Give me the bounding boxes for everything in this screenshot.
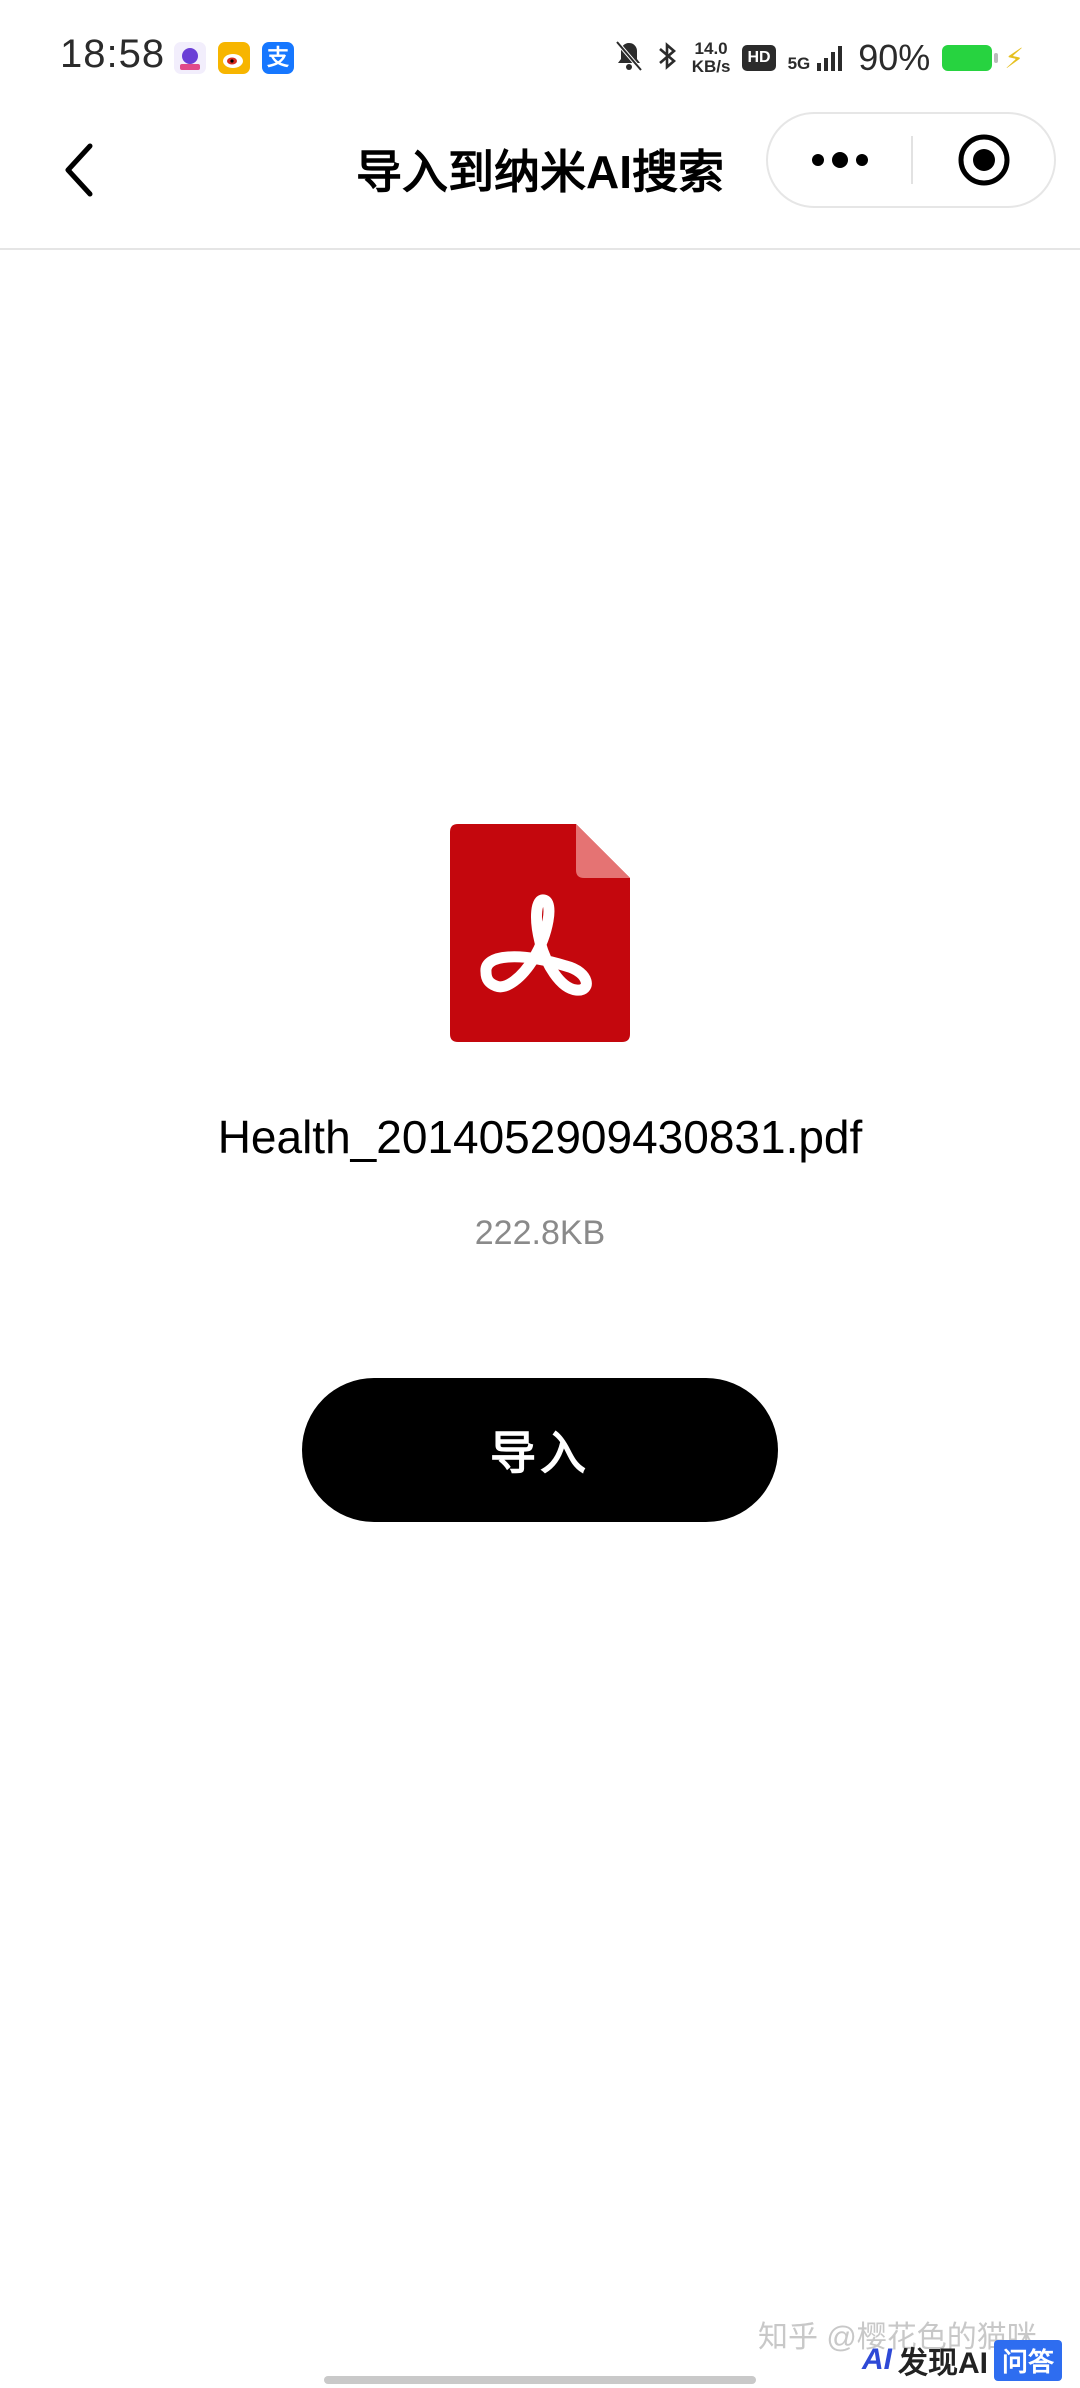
mute-icon: [614, 39, 644, 78]
badge-qa: 问答: [994, 2339, 1063, 2381]
pdf-icon: [450, 824, 630, 1042]
status-time: 18:58: [60, 32, 166, 76]
file-size: 222.8KB: [474, 1214, 606, 1252]
close-miniapp-button[interactable]: [914, 114, 1054, 206]
weibo-icon: [218, 42, 250, 74]
page-title: 导入到纳米AI搜索: [356, 146, 724, 198]
battery-icon: [942, 45, 999, 71]
signal-icon: 5G: [788, 43, 847, 73]
charging-icon: ⚡: [1004, 42, 1024, 74]
file-name: Health_2014052909430831.pdf: [217, 1111, 863, 1163]
miniapp-capsule: [766, 112, 1056, 208]
network-speed-value: 14.0: [694, 39, 728, 58]
more-icon: [812, 152, 868, 168]
home-indicator[interactable]: [324, 2376, 756, 2384]
battery-percent: 90%: [858, 37, 931, 78]
back-icon: [65, 143, 93, 197]
network-type: 5G: [787, 54, 811, 73]
hd-badge: HD: [742, 45, 776, 71]
bluetooth-icon: [656, 39, 680, 78]
alipay-icon: 支: [262, 42, 294, 74]
screen: 18:58 支 14.0 KB/s HD 5G 90% ⚡ 导入到纳米AI搜索 …: [0, 0, 1080, 2388]
status-bar: 18:58 支 14.0 KB/s HD 5G 90% ⚡: [0, 0, 1080, 110]
more-button[interactable]: [768, 114, 912, 206]
close-target-icon: [958, 134, 1010, 186]
status-indicators: 14.0 KB/s HD 5G 90% ⚡: [614, 36, 1024, 80]
badge-ai-logo: AI: [862, 2343, 892, 2376]
faxian-ai-badge: AI 发现AI 问答: [862, 2338, 1063, 2382]
import-button[interactable]: 导入: [302, 1378, 778, 1522]
app-icon: [174, 42, 206, 74]
network-speed-unit: KB/s: [691, 57, 731, 76]
badge-brand: 发现AI: [898, 2347, 988, 2380]
network-speed: 14.0 KB/s: [692, 40, 731, 76]
nav-bar: 导入到纳米AI搜索: [0, 110, 1080, 250]
back-button[interactable]: [48, 132, 108, 208]
capsule-divider: [911, 136, 913, 184]
